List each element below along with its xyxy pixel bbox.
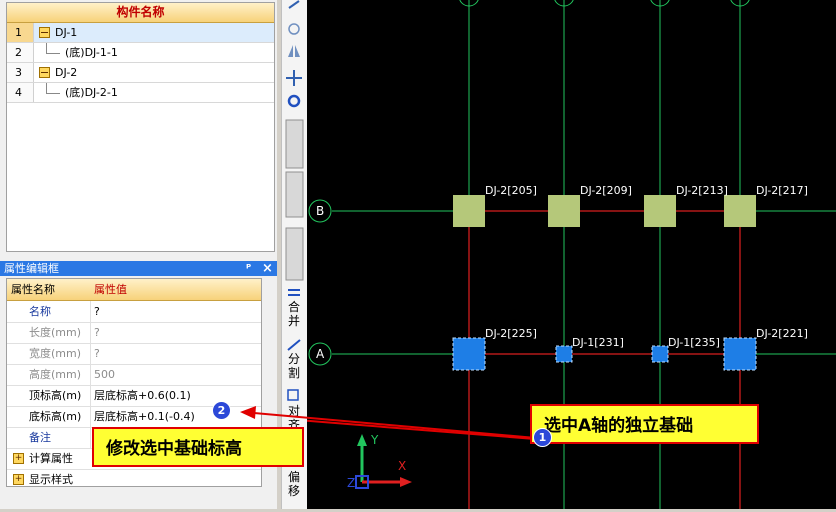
callout-select-foundation: 选中A轴的独立基础 bbox=[530, 404, 759, 444]
callout-text: 修改选中基础标高 bbox=[106, 439, 242, 459]
callout-text: 选中A轴的独立基础 bbox=[544, 416, 694, 436]
callout-modify-elevation: 修改选中基础标高 bbox=[92, 427, 304, 467]
step-badge-2: 2 bbox=[212, 401, 231, 420]
step-badge-1: 1 bbox=[533, 428, 552, 447]
